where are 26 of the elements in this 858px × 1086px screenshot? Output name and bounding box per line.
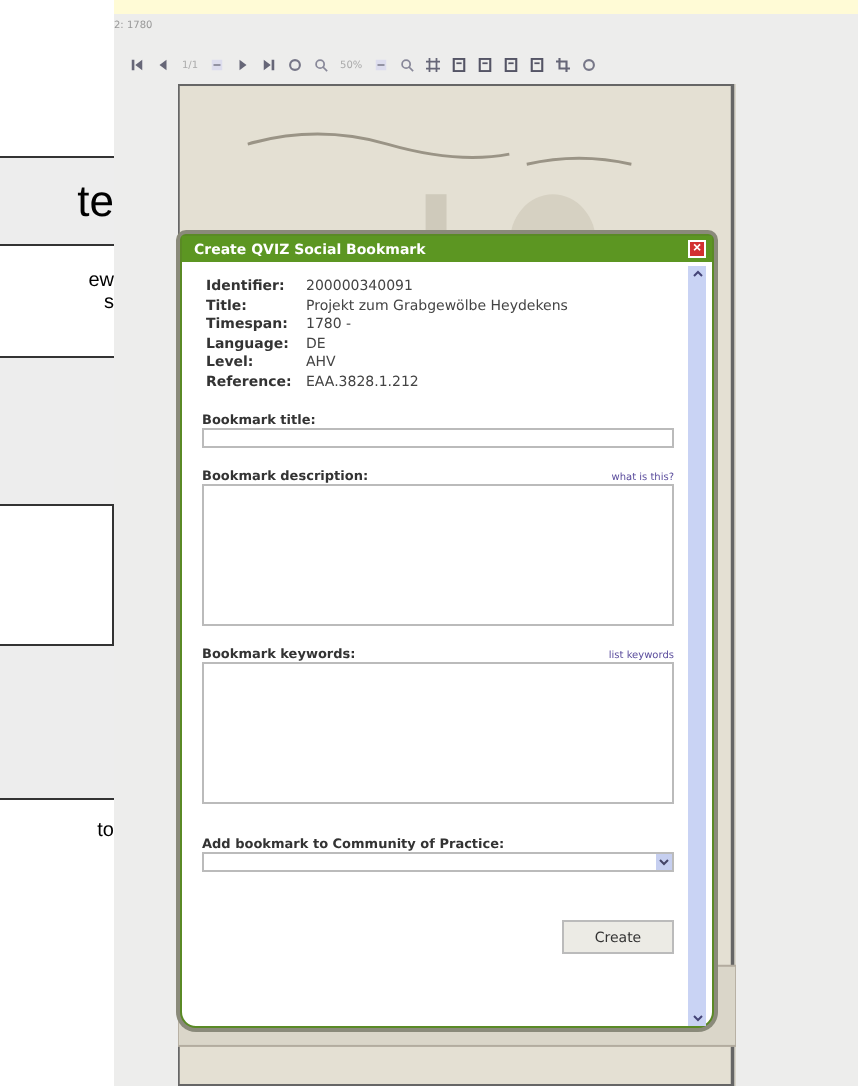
minus-icon[interactable] [210,58,225,72]
dropdown-field[interactable] [202,852,674,872]
text-box [0,504,114,646]
previous-icon[interactable] [156,58,170,72]
circle-icon[interactable] [288,58,303,72]
scroll-down-icon[interactable] [689,1010,705,1026]
heading-fragment: te [77,175,114,227]
page-icon[interactable] [504,58,519,72]
page-icon[interactable] [478,58,493,72]
crop-icon[interactable] [556,58,571,72]
page-icon[interactable] [530,58,545,72]
search-icon[interactable] [400,58,415,72]
circle-icon[interactable] [582,58,597,72]
page-icon[interactable] [452,58,467,72]
next-icon[interactable] [236,58,251,72]
minus-icon[interactable] [374,58,389,72]
first-page-icon[interactable] [130,58,144,72]
scrollbar[interactable] [688,266,706,1026]
input-field[interactable] [202,428,674,448]
text-fragment: to [97,820,114,846]
fit-icon[interactable] [426,58,441,72]
scroll-up-icon[interactable] [689,266,705,282]
search-icon[interactable] [314,58,329,72]
last-page-icon[interactable] [262,58,277,72]
text-fragment: ew s [88,270,114,318]
dropdown-arrow-icon[interactable] [656,854,672,870]
